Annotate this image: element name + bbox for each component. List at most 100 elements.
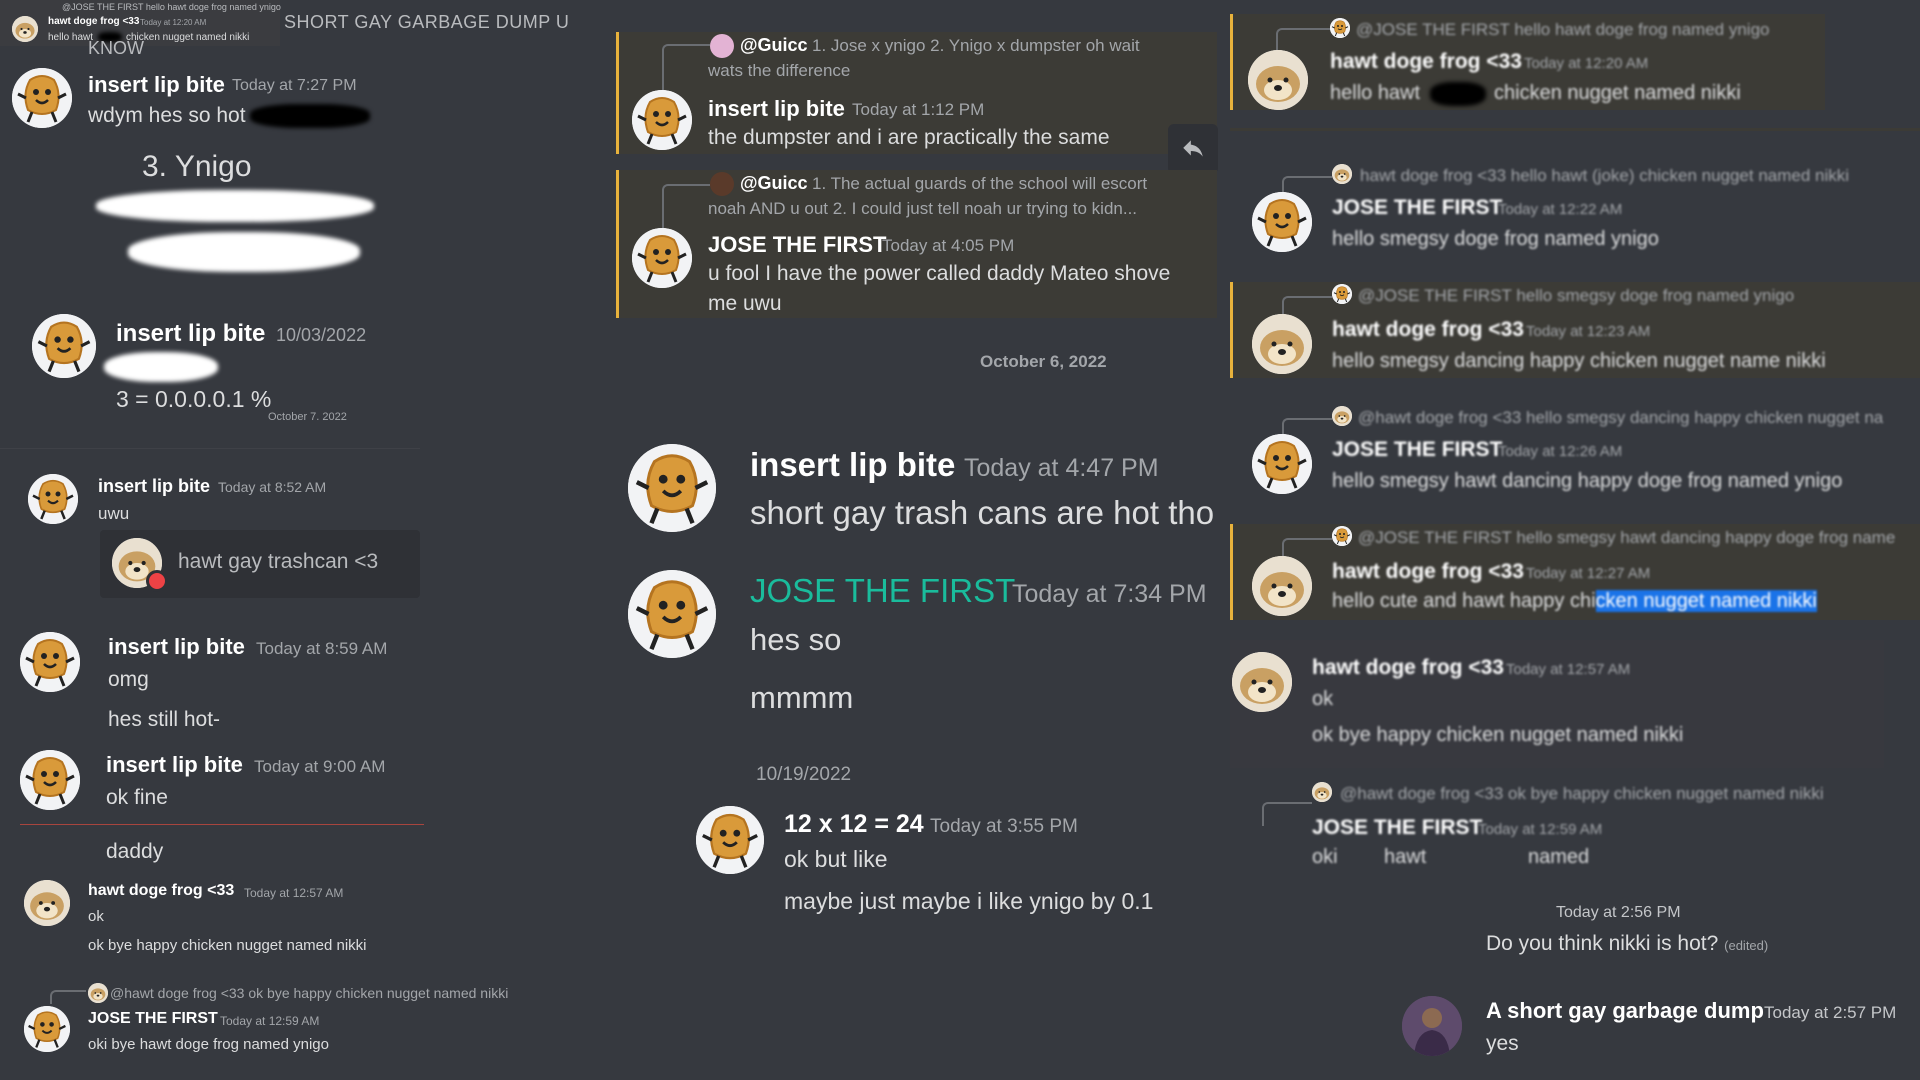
username[interactable]: JOSE THE FIRST xyxy=(88,1010,218,1028)
username[interactable]: JOSE THE FIRST xyxy=(708,232,886,258)
timestamp: Today at 1:12 PM xyxy=(852,100,985,119)
nugget-avatar-icon[interactable] xyxy=(628,570,716,658)
thumb-text-a: hello hawt xyxy=(48,32,94,43)
date-fragment: October 7, 2022 xyxy=(268,411,347,420)
username[interactable]: JOSE THE FIRST xyxy=(1332,196,1502,220)
reply-preview[interactable]: 1. The actual guards of the school will … xyxy=(812,174,1147,194)
timestamp: Today at 12:26 AM xyxy=(1498,443,1623,460)
reply-preview: wats the difference xyxy=(708,61,851,80)
username[interactable]: JOSE THE FIRST xyxy=(1312,816,1482,840)
channel-title: SHORT GAY GARBAGE DUMP U xyxy=(284,12,570,32)
nugget-avatar-icon xyxy=(1330,18,1350,38)
question: Do you think nikki is hot? xyxy=(1486,932,1719,955)
date-separator: October 6, 2022 xyxy=(980,352,1107,371)
nugget-avatar-icon[interactable] xyxy=(24,1006,70,1052)
timestamp: Today at 7:34 PM xyxy=(1012,580,1207,608)
reply-preview[interactable]: @hawt doge frog <33 ok bye happy chicken… xyxy=(110,985,508,1001)
message-text: 3 = 0.0.0.0.1 % xyxy=(116,386,272,412)
reply-button[interactable] xyxy=(1168,124,1218,174)
nugget-avatar-icon[interactable] xyxy=(20,632,80,692)
message-text: hes still hot- xyxy=(108,708,221,731)
reply-arrow-icon xyxy=(1180,136,1206,162)
reply-preview[interactable]: @hawt doge frog <33 hello smegsy dancing… xyxy=(1358,408,1918,428)
ynigo-label: 3. Ynigo xyxy=(142,150,252,183)
username[interactable]: 12 x 12 = 24 xyxy=(784,810,924,839)
message-text: short gay trash cans are hot tho xyxy=(750,494,1215,531)
embed-card[interactable]: hawt gay trashcan <3 xyxy=(100,530,420,598)
timestamp: Today at 3:55 PM xyxy=(930,816,1078,837)
nugget-avatar-icon[interactable] xyxy=(628,444,716,532)
nugget-avatar-icon[interactable] xyxy=(696,806,764,874)
nugget-avatar-icon[interactable] xyxy=(32,314,96,378)
timestamp: Today at 12:22 AM xyxy=(1498,201,1623,218)
censor-mark xyxy=(104,352,218,382)
message-text: mmmm xyxy=(750,680,854,715)
username[interactable]: JOSE THE FIRST xyxy=(750,572,1015,610)
date-separator: 10/19/2022 xyxy=(756,764,852,785)
message-text: ok but like xyxy=(784,846,888,872)
thumb-username[interactable]: hawt doge frog <33 xyxy=(48,16,139,27)
username[interactable]: insert lip bite xyxy=(108,634,245,660)
time-separator: Today at 2:56 PM xyxy=(1556,904,1681,921)
username[interactable]: insert lip bite xyxy=(98,476,210,497)
selected-text[interactable]: cken nugget named nikki xyxy=(1595,590,1817,612)
reply-username[interactable]: @Guicc xyxy=(740,35,808,56)
thumb-reply-text: @JOSE THE FIRST hello hawt doge frog nam… xyxy=(62,2,281,12)
message-text: hello cute and hawt happy chicken nugget… xyxy=(1332,590,1817,613)
username[interactable]: JOSE THE FIRST xyxy=(1332,438,1502,462)
doge-avatar-icon xyxy=(1332,406,1352,426)
timestamp: 10/03/2022 xyxy=(276,325,367,345)
embed-text: hawt gay trashcan <3 xyxy=(178,550,379,573)
nugget-avatar-icon[interactable] xyxy=(632,228,692,288)
nugget-avatar-icon[interactable] xyxy=(28,474,78,524)
message-text: maybe just maybe i like ynigo by 0.1 xyxy=(784,888,1154,914)
user-avatar-icon[interactable] xyxy=(1402,996,1462,1056)
censor-mark xyxy=(96,190,374,222)
doge-avatar-icon[interactable] xyxy=(1232,652,1292,712)
message-text: hello smegsy hawt dancing happy doge fro… xyxy=(1332,470,1843,492)
doge-avatar-icon[interactable] xyxy=(1248,50,1308,110)
username[interactable]: hawt doge frog <33 xyxy=(1332,318,1524,342)
username[interactable]: A short gay garbage dump xyxy=(1486,998,1764,1024)
username[interactable]: hawt doge frog <33 xyxy=(88,882,234,900)
nugget-avatar-icon[interactable] xyxy=(12,68,72,128)
doge-avatar-icon[interactable] xyxy=(24,880,70,926)
username[interactable]: insert lip bite xyxy=(88,72,225,98)
message-text: ok xyxy=(88,908,104,925)
timestamp: Today at 2:57 PM xyxy=(1764,1003,1897,1022)
nugget-avatar-icon[interactable] xyxy=(1252,192,1312,252)
timestamp: Today at 12:59 AM xyxy=(1478,821,1603,838)
username[interactable]: insert lip bite xyxy=(106,752,243,778)
nugget-avatar-icon xyxy=(1332,284,1352,304)
nugget-avatar-icon xyxy=(1332,526,1352,546)
reply-preview[interactable]: 1. Jose x ynigo 2. Ynigo x dumpster oh w… xyxy=(812,36,1140,56)
reply-preview[interactable]: @JOSE THE FIRST hello smegsy hawt dancin… xyxy=(1358,528,1918,548)
message-text: hello smegsy dancing happy chicken nugge… xyxy=(1332,350,1826,372)
timestamp: Today at 4:05 PM xyxy=(882,236,1015,255)
doge-avatar-icon[interactable] xyxy=(1252,556,1312,616)
reply-preview[interactable]: @JOSE THE FIRST hello hawt doge frog nam… xyxy=(1356,20,1770,40)
reply-username[interactable]: @Guicc xyxy=(740,173,808,194)
message-word: oki xyxy=(1312,846,1338,868)
divider xyxy=(0,448,420,449)
username[interactable]: hawt doge frog <33 xyxy=(1332,560,1524,584)
user-avatar-icon xyxy=(710,34,734,58)
timestamp: Today at 7:27 PM xyxy=(232,77,357,94)
nugget-avatar-icon[interactable] xyxy=(632,90,692,150)
username[interactable]: hawt doge frog <33 xyxy=(1330,50,1522,74)
username[interactable]: insert lip bite xyxy=(116,320,265,348)
username[interactable]: insert lip bite xyxy=(708,96,845,122)
reply-preview[interactable]: @JOSE THE FIRST hello smegsy doge frog n… xyxy=(1358,286,1794,306)
question-text: Do you think nikki is hot? (edited) xyxy=(1486,932,1768,956)
doge-avatar-icon[interactable] xyxy=(1252,314,1312,374)
reply-preview[interactable]: @hawt doge frog <33 ok bye happy chicken… xyxy=(1340,784,1824,804)
username[interactable]: insert lip bite xyxy=(750,446,955,484)
nugget-avatar-icon[interactable] xyxy=(20,750,80,810)
nugget-avatar-icon[interactable] xyxy=(1252,434,1312,494)
timestamp: Today at 12:57 AM xyxy=(1506,661,1631,678)
username[interactable]: hawt doge frog <33 xyxy=(1312,656,1504,680)
message-text-a: hello hawt xyxy=(1330,82,1421,104)
timestamp: Today at 12:20 AM xyxy=(1524,55,1649,72)
timestamp: Today at 8:52 AM xyxy=(218,479,327,495)
reply-preview[interactable]: hawt doge frog <33 hello hawt (joke) chi… xyxy=(1360,166,1849,186)
